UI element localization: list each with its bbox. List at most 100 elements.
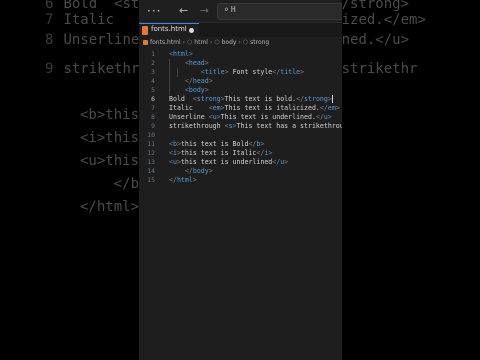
code-text: <title> Font style</title> [169,68,304,77]
tab-label: fonts.html [151,25,187,33]
code-line[interactable]: 6 Bold <strong>This text is bold.</strong… [139,95,342,104]
html-bracket: > [260,140,265,148]
breadcrumb-strong[interactable]: strong [250,39,269,46]
unsaved-dot-icon[interactable] [189,28,194,33]
code-line[interactable]: 1 <html> [139,50,342,59]
code-text: <b>this text is Bold</b> [169,140,264,149]
line-number: 7 [151,104,155,112]
more-menu-icon[interactable]: ··· [147,4,161,18]
text-content: Italic [169,104,209,112]
background-code-line: </html> [80,199,139,215]
html-bracket: > [284,158,289,166]
tag-icon: ⬡ [214,39,220,46]
html-bracket: > [204,86,209,94]
code-text: </body> [169,167,213,176]
html-bracket: </ [169,176,177,184]
html-tag-name: body [192,167,209,175]
code-line[interactable]: 9 strikethrough <s>This text has a strike… [139,122,342,131]
search-icon: ⌕ H [224,5,236,14]
breadcrumb-file[interactable]: fonts.html [150,39,181,46]
background-code-line: <i>this [80,130,139,146]
html-bracket: </ [319,104,328,112]
tab-fonts-html[interactable]: fonts.html [139,23,199,38]
line-number: 12 [147,149,155,157]
editor-window: ··· ← → ⌕ H fonts.html fonts.html › ⬡ html › ⬡… [139,0,342,360]
text-content: this text is Bold [180,140,249,148]
code-line[interactable]: 11 <b>this text is Bold</b> [139,140,342,149]
title-bar: ··· ← → ⌕ H [139,0,342,23]
code-text: <head> [169,59,209,68]
html-bracket: > [268,149,273,157]
text-content [169,59,185,67]
text-cursor [331,95,333,103]
background-code-text: <b>this [80,107,140,123]
code-line[interactable]: 12 <i>this text is Italic</i> [139,149,342,158]
text-content [169,86,185,94]
html-bracket: > [208,77,213,85]
html-bracket: > [192,176,197,184]
html-tag-name: strong [304,95,328,103]
navigation-controls: ← → [179,4,217,17]
html-bracket: > [300,68,305,76]
code-text: strikethrough <s>This text has a striket… [169,122,342,131]
text-content: this text is Italic [180,149,257,157]
line-number: 5 [151,86,155,94]
code-editor[interactable]: 1 <html> 2 <head> 3 <title> Font style</tit… [139,50,342,210]
html-tag-name: body [188,86,205,94]
html-bracket: </ [184,167,193,175]
breadcrumb-body[interactable]: body [222,39,237,46]
code-text: <u>this text is underlined</u> [169,158,288,167]
tag-icon: ⬡ [242,39,249,46]
code-line[interactable]: 5 <body> [139,86,342,95]
code-text: <html> [169,50,193,59]
html-tag-name: title [204,68,225,76]
code-line[interactable]: 14 </body> [139,167,342,176]
text-content: This text is underlined. [220,113,316,121]
code-text: Italic <em>This text is italicized.</em> [169,104,340,113]
html-bracket: > [335,104,340,112]
code-line[interactable]: 13 <u>this text is underlined</u> [139,158,342,167]
text-content: Font style [228,68,273,76]
code-line[interactable]: 4 </head> [139,77,342,86]
breadcrumb-html[interactable]: html [194,39,208,46]
html-tag-name: em [212,104,221,112]
line-number: 8 [151,113,155,121]
text-content: Bold [169,95,193,103]
html-bracket: </ [315,113,324,121]
background-line-number: 9 [45,61,54,77]
back-arrow-icon[interactable]: ← [179,4,188,17]
line-number: 1 [151,50,155,58]
code-line[interactable]: 2 <head> [139,59,342,68]
line-number: 3 [151,68,155,76]
code-text: <body> [169,86,209,95]
html-bracket: </ [184,77,193,85]
forward-arrow-icon[interactable]: → [200,4,209,17]
background-line-number: 6 [45,0,54,12]
html-tag-name: html [176,176,193,184]
html-tag-name: title [280,68,301,76]
html-tag-name: em [327,104,336,112]
code-line[interactable]: 7 Italic <em>This text is italicized.</em… [139,104,342,113]
tag-icon: ⬡ [187,39,193,46]
html-tag-name: strong [196,95,221,103]
html-tag-name: head [192,77,209,85]
code-line[interactable]: 3 <title> Font style</title> [139,68,342,77]
html-bracket: > [204,59,209,67]
line-number: 13 [147,158,155,166]
code-line[interactable]: 15 </html> [139,176,342,185]
line-number: 15 [147,176,155,184]
background-code-text: <i>this [80,130,140,146]
html-file-icon [142,26,148,35]
html-file-icon [143,40,148,45]
code-line[interactable]: 8 Unserline <u>This text is underlined.</… [139,113,342,122]
text-content: This text has a strikethrou [236,122,342,130]
line-number: 9 [151,122,155,130]
code-text: Bold <strong>This text is bold.</strong> [169,95,333,104]
code-line[interactable]: 10 [139,131,342,140]
text-content [169,77,185,85]
command-search-box[interactable]: ⌕ H [217,3,342,20]
html-tag-name: html [172,50,189,58]
line-number: 11 [147,140,155,148]
line-number: 10 [147,131,155,139]
html-bracket: </ [296,95,305,103]
